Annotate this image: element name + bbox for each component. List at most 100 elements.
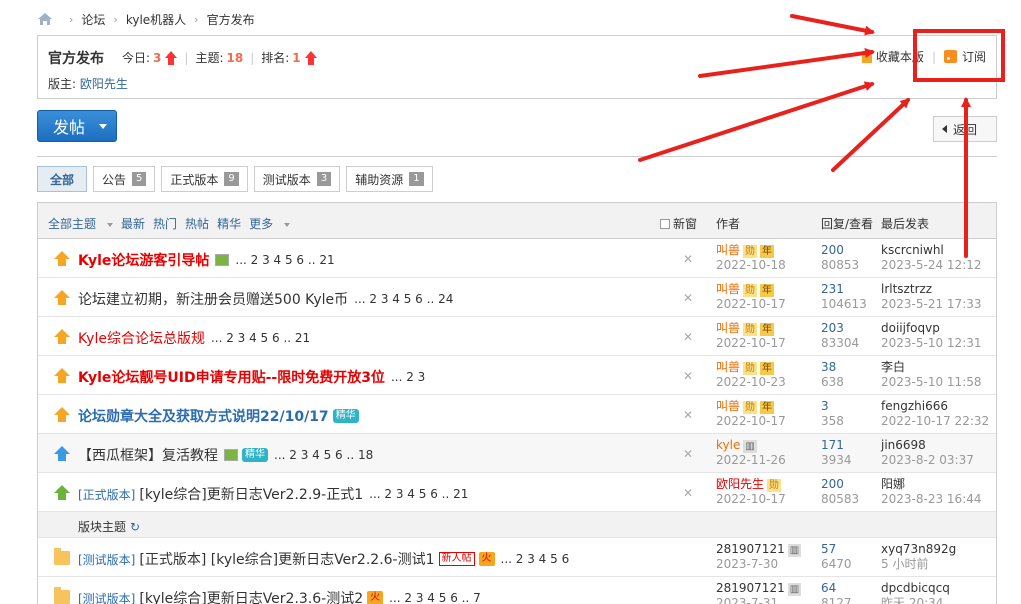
last-poster[interactable]: 李白 [881,360,982,375]
back-button[interactable]: 返回 [933,116,997,142]
author-name[interactable]: 叫兽 [716,321,740,335]
close-icon[interactable]: ✕ [683,330,693,344]
filter-more[interactable]: 更多 [249,215,291,232]
author-name[interactable]: 叫兽 [716,282,740,296]
author-name[interactable]: 281907121 [716,581,785,595]
close-icon[interactable]: ✕ [683,291,693,305]
last-post-date[interactable]: 2023-5-10 11:58 [881,375,982,390]
reply-count[interactable]: 64 [821,581,852,596]
page-links[interactable]: ... 2 3 4 5 6 [501,552,570,566]
filter-all-topics[interactable]: 全部主题 [48,215,114,232]
sticky-icon [54,368,70,383]
thread-type[interactable]: [正式版本] [78,486,135,503]
close-icon[interactable]: ✕ [683,369,693,383]
last-poster[interactable]: 阳娜 [881,477,982,492]
page-links[interactable]: ... 2 3 [391,370,425,384]
table-row[interactable]: Kyle论坛靓号UID申请专用贴--限时免费开放3位 ... 2 3 ✕ 叫兽勋年… [38,356,996,395]
filter-hot-posts[interactable]: 热帖 [185,215,209,232]
tab-all[interactable]: 全部 [37,166,88,192]
page-links[interactable]: ... 2 3 4 5 6 .. 21 [211,331,310,345]
table-row[interactable]: [测试版本] [kyle综合]更新日志Ver2.3.6-测试2 火 ... 2 3 4… [38,577,996,604]
new-post-button[interactable]: 发帖 [37,110,117,142]
reply-count[interactable]: 200 [821,477,859,492]
table-row[interactable]: Kyle综合论坛总版规... 2 3 4 5 6 .. 21 ✕ 叫兽勋年 202… [38,317,996,356]
reply-count[interactable]: 38 [821,360,844,375]
reply-count[interactable]: 203 [821,321,859,336]
medal-icon: 年 [760,245,775,258]
reply-count[interactable]: 231 [821,282,867,297]
last-post-date[interactable]: 2023-5-10 12:31 [881,336,982,351]
thread-title[interactable]: Kyle论坛靓号UID申请专用贴--限时免费开放3位 [78,367,385,387]
last-poster[interactable]: dpcdbicqcq [881,581,950,596]
author-name[interactable]: 叫兽 [716,243,740,257]
last-post-date[interactable]: 2023-5-21 17:33 [881,297,982,312]
thread-title[interactable]: 论坛建立初期，新注册会员赠送500 Kyle币 [78,289,348,309]
filter-digest[interactable]: 精华 [217,215,241,232]
breadcrumb-current[interactable]: 官方发布 [207,11,255,28]
filter-latest[interactable]: 最新 [121,215,145,232]
home-icon[interactable] [37,12,53,26]
page-links[interactable]: ... 2 3 4 5 6 .. 21 [235,253,334,267]
breadcrumb-kyle[interactable]: kyle机器人 [126,11,186,28]
author-name[interactable]: 281907121 [716,542,785,556]
topics-label: 主题: [195,51,224,65]
tab-beta[interactable]: 测试版本 3 [253,166,341,192]
table-row[interactable]: 论坛建立初期，新注册会员赠送500 Kyle币 ... 2 3 4 5 6 .. … [38,278,996,317]
last-post-date[interactable]: 2023-8-23 16:44 [881,492,982,507]
page-links[interactable]: ... 2 3 4 5 6 .. 24 [354,292,453,306]
last-post-date[interactable]: 2023-8-2 03:37 [881,453,974,468]
close-icon[interactable]: ✕ [683,252,693,266]
tab-release[interactable]: 正式版本 9 [161,166,248,192]
close-icon[interactable]: ✕ [683,486,693,500]
table-row[interactable]: 论坛勋章大全及获取方式说明22/10/17 精华 ✕ 叫兽勋年 2022-10-17… [38,395,996,434]
last-post-date[interactable]: 2022-10-17 22:32 [881,414,989,429]
reply-count[interactable]: 57 [821,542,852,557]
last-poster[interactable]: lrltsztrzz [881,282,982,297]
new-window-checkbox[interactable] [660,218,670,229]
thread-title[interactable]: Kyle综合论坛总版规 [78,328,205,348]
reply-count[interactable]: 3 [821,399,844,414]
moderator-link[interactable]: 欧阳先生 [80,77,128,91]
thread-type[interactable]: [测试版本] [78,590,135,604]
table-row[interactable]: 【西瓜框架】复活教程 精华... 2 3 4 5 6 .. 18 ✕ kyle ▥ 2… [38,434,996,473]
last-post-date[interactable]: 昨天 20:34 [881,596,950,604]
last-poster[interactable]: xyq73n892g [881,542,956,557]
table-row[interactable]: Kyle论坛游客引导帖... 2 3 4 5 6 .. 21 ✕ 叫兽勋年 202… [38,239,996,278]
close-icon[interactable]: ✕ [683,408,693,422]
last-poster[interactable]: doiijfoqvp [881,321,982,336]
refresh-icon[interactable]: ↻ [130,520,140,534]
page-links[interactable]: ... 2 3 4 5 6 .. 21 [369,487,468,501]
new-window-toggle[interactable]: 新窗 [660,215,697,232]
author-name[interactable]: 叫兽 [716,360,740,374]
last-poster[interactable]: jin6698 [881,438,974,453]
chevron-left-icon [942,125,947,133]
last-poster[interactable]: fengzhi666 [881,399,989,414]
tab-label: 公告 [102,172,127,187]
page-links[interactable]: ... 2 3 4 5 6 .. 7 [389,591,481,604]
reply-count[interactable]: 200 [821,243,859,258]
thread-title[interactable]: 【西瓜框架】复活教程 [78,445,218,465]
thread-title[interactable]: [kyle综合]更新日志Ver2.3.6-测试2 [139,588,363,604]
page-links[interactable]: ... 2 3 4 5 6 .. 18 [274,448,373,462]
up-arrow-icon [165,50,178,65]
close-icon[interactable]: ✕ [683,447,693,461]
thread-type[interactable]: [测试版本] [78,551,135,568]
table-row[interactable]: [测试版本] [正式版本] [kyle综合]更新日志Ver2.2.6-测试1 新人帖… [38,538,996,577]
breadcrumb-forum[interactable]: 论坛 [81,11,105,28]
tab-announcement[interactable]: 公告 5 [93,166,156,192]
view-count: 6470 [821,557,852,571]
author-name[interactable]: kyle [716,438,740,452]
author-name[interactable]: 叫兽 [716,399,740,413]
thread-title[interactable]: Kyle论坛游客引导帖 [78,250,209,270]
reply-count[interactable]: 171 [821,438,852,453]
thread-title[interactable]: 论坛勋章大全及获取方式说明22/10/17 [78,406,329,426]
filter-hot[interactable]: 热门 [153,215,177,232]
tab-resources[interactable]: 辅助资源 1 [346,166,433,192]
last-poster[interactable]: kscrcniwhl [881,243,982,258]
thread-title[interactable]: [kyle综合]更新日志Ver2.2.9-正式1 [139,484,363,504]
last-post-date[interactable]: 5 小时前 [881,557,956,572]
table-row[interactable]: [正式版本] [kyle综合]更新日志Ver2.2.9-正式1 ... 2 3 4 … [38,473,996,512]
author-name[interactable]: 欧阳先生 [716,477,764,491]
thread-title[interactable]: [正式版本] [kyle综合]更新日志Ver2.2.6-测试1 [139,549,434,569]
last-post-date[interactable]: 2023-5-24 12:12 [881,258,982,273]
